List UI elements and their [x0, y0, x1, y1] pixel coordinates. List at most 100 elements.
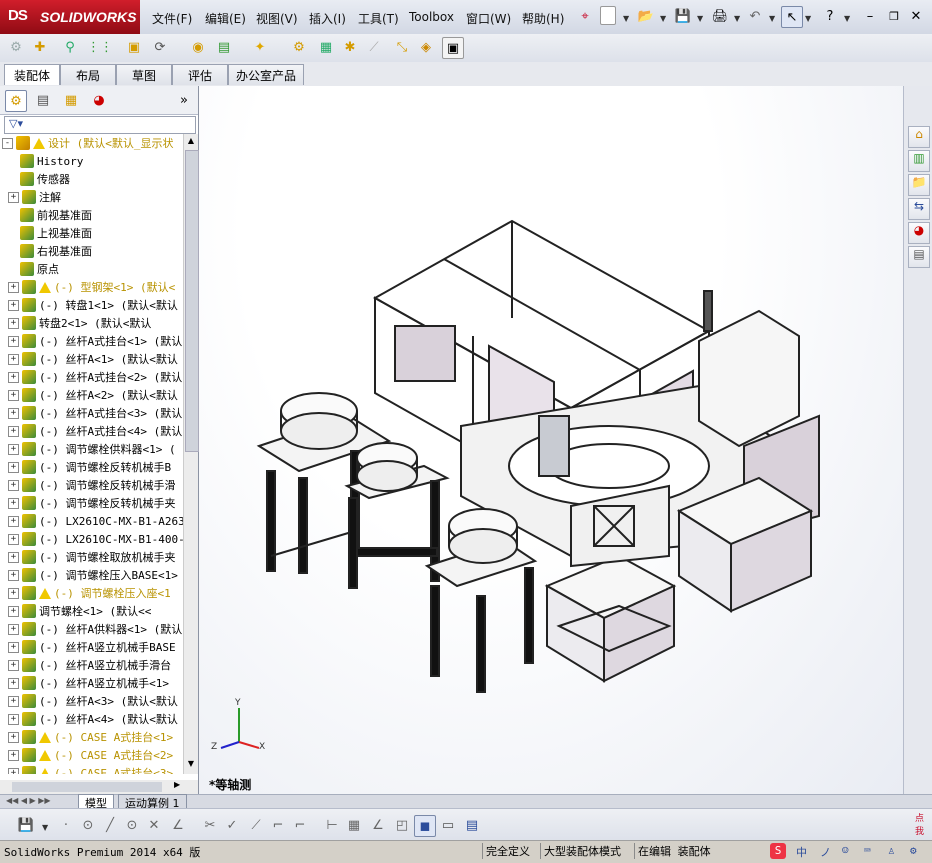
expand-icon[interactable]: +: [8, 767, 19, 774]
shaded-view-icon[interactable]: ◼: [414, 815, 436, 837]
property-manager-icon[interactable]: ▤: [33, 90, 53, 110]
assembly-model-render[interactable]: [199, 86, 903, 794]
scroll-right-icon[interactable]: ▶: [174, 780, 180, 789]
expand-icon[interactable]: +: [8, 587, 19, 599]
assembly-icon[interactable]: ⚙: [6, 37, 26, 57]
chevron-down-icon[interactable]: ▼: [697, 14, 703, 23]
ime-emoji-icon[interactable]: ☺: [842, 844, 849, 857]
hide-show-icon[interactable]: ◉: [188, 37, 208, 57]
tree-node[interactable]: + 注解: [0, 188, 183, 206]
smart-fastener-icon[interactable]: ▣: [124, 37, 144, 57]
minimize-icon[interactable]: –: [860, 6, 880, 26]
move-component-icon[interactable]: ⟳: [150, 37, 170, 57]
large-assembly-icon[interactable]: ▣: [442, 37, 464, 59]
expand-icon[interactable]: +: [8, 695, 19, 707]
expand-icon[interactable]: +: [8, 461, 19, 473]
help-icon[interactable]: ?: [820, 6, 840, 26]
line-icon[interactable]: ╱: [100, 815, 120, 835]
tree-node[interactable]: + 调节螺栓<1> (默认<<: [0, 602, 183, 620]
tree-node[interactable]: 前视基准面: [0, 206, 183, 224]
expand-icon[interactable]: +: [8, 191, 19, 203]
save-icon[interactable]: 💾: [673, 6, 693, 26]
design-library-icon[interactable]: ▥: [908, 150, 930, 172]
check-icon[interactable]: ✓: [222, 815, 242, 835]
expand-icon[interactable]: +: [8, 623, 19, 635]
tree-node[interactable]: 传感器: [0, 170, 183, 188]
tab-evaluate[interactable]: 评估: [172, 64, 228, 85]
tree-node[interactable]: + 转盘2<1> (默认<默认: [0, 314, 183, 332]
select-pointer-icon[interactable]: ↖: [781, 6, 803, 28]
ime-user-icon[interactable]: ♙: [888, 844, 895, 857]
angle-icon[interactable]: ∠: [168, 815, 188, 835]
expand-icon[interactable]: +: [8, 479, 19, 491]
graphics-area[interactable]: ⊕ ⊛ ↺ ◧ ◰ ◼ ◎ ● ♣ ▣ ▢ ◫ – ❐ ✕: [199, 86, 903, 794]
ime-keyboard-icon[interactable]: ⌨: [864, 844, 871, 857]
tree-node[interactable]: History: [0, 152, 183, 170]
expand-icon[interactable]: +: [8, 335, 19, 347]
tree-node[interactable]: + (-) 丝杆A式挂台<1> (默认: [0, 332, 183, 350]
expand-icon[interactable]: +: [8, 371, 19, 383]
view-palette-icon[interactable]: ⇆: [908, 198, 930, 220]
open-folder-icon[interactable]: 📂: [636, 6, 656, 26]
expand-panel-icon[interactable]: »: [174, 90, 194, 110]
expand-icon[interactable]: +: [8, 551, 19, 563]
tab-layout[interactable]: 布局: [60, 64, 116, 85]
expand-icon[interactable]: +: [8, 641, 19, 653]
expand-icon[interactable]: +: [8, 533, 19, 545]
tree-node[interactable]: + (-) 丝杆A竖立机械手<1>: [0, 674, 183, 692]
print-icon[interactable]: 🖨: [710, 6, 730, 26]
expand-icon[interactable]: +: [8, 317, 19, 329]
chevron-down-icon[interactable]: ▼: [734, 14, 740, 23]
expand-icon[interactable]: +: [8, 299, 19, 311]
corner-icon[interactable]: ⌐: [268, 815, 288, 835]
ime-mode[interactable]: 中: [796, 844, 807, 860]
expand-icon[interactable]: +: [8, 749, 19, 761]
display-manager-icon[interactable]: ◕: [89, 90, 109, 110]
home-icon[interactable]: ⌂: [908, 126, 930, 148]
angle-dimension-icon[interactable]: ∠: [368, 815, 388, 835]
tree-node[interactable]: + (-) LX2610C-MX-B1-400-E: [0, 530, 183, 548]
assembly-features-icon[interactable]: ▤: [214, 37, 234, 57]
solidworks-logo[interactable]: DS SOLIDWORKS: [0, 0, 140, 34]
interference-icon[interactable]: ⤡: [392, 37, 412, 57]
menu-edit[interactable]: 编辑(E): [205, 10, 246, 27]
tree-node[interactable]: + (-) 型钢架<1> (默认<: [0, 278, 183, 296]
configuration-manager-icon[interactable]: ▦: [61, 90, 81, 110]
menu-window[interactable]: 窗口(W): [466, 10, 511, 27]
undo-icon[interactable]: ↶: [745, 6, 765, 26]
menu-toolbox[interactable]: Toolbox: [409, 10, 454, 24]
dimension-icon[interactable]: ⊢: [322, 815, 342, 835]
tab-office-products[interactable]: 办公室产品: [228, 64, 304, 85]
tree-node[interactable]: 右视基准面: [0, 242, 183, 260]
tree-node[interactable]: + (-) 调节螺栓反转机械手滑: [0, 476, 183, 494]
custom-properties-icon[interactable]: ▤: [908, 246, 930, 268]
expand-icon[interactable]: +: [8, 659, 19, 671]
ime-hint[interactable]: 点我: [915, 811, 932, 837]
tree-node[interactable]: + (-) CASE A式挂台<3>: [0, 764, 183, 774]
filter-icon[interactable]: ▽▾: [9, 117, 23, 130]
pattern-icon[interactable]: ⋮⋮: [87, 37, 113, 57]
insert-component-icon[interactable]: ✚: [30, 37, 50, 57]
tree-node[interactable]: + (-) 丝杆A供料器<1> (默认: [0, 620, 183, 638]
ime-punct-icon[interactable]: ノ: [820, 844, 831, 860]
tree-filter-bar[interactable]: ▽▾: [4, 116, 196, 134]
display-settings-icon[interactable]: ▭: [438, 815, 458, 835]
tree-vertical-scrollbar[interactable]: ▲ ▼: [183, 134, 199, 774]
bill-of-materials-icon[interactable]: ▦: [316, 37, 336, 57]
feature-tree-icon[interactable]: ⚙: [5, 90, 27, 112]
tree-node[interactable]: 原点: [0, 260, 183, 278]
tree-node[interactable]: + (-) LX2610C-MX-B1-A2638: [0, 512, 183, 530]
reference-geometry-icon[interactable]: ✦: [250, 37, 270, 57]
expand-icon[interactable]: +: [8, 497, 19, 509]
chevron-down-icon[interactable]: ▼: [769, 14, 775, 23]
expand-icon[interactable]: +: [8, 515, 19, 527]
explode-line-icon[interactable]: ⟋: [364, 37, 384, 57]
ime-settings-icon[interactable]: ⚙: [910, 844, 917, 857]
grid-icon[interactable]: ▦: [344, 815, 364, 835]
chevron-down-icon[interactable]: ▼: [623, 14, 629, 23]
new-document-icon[interactable]: [600, 6, 616, 25]
tree-node[interactable]: + (-) 丝杆A式挂台<4> (默认: [0, 422, 183, 440]
save-icon[interactable]: 💾: [16, 815, 36, 835]
expand-icon[interactable]: +: [8, 443, 19, 455]
menu-view[interactable]: 视图(V): [256, 10, 298, 27]
